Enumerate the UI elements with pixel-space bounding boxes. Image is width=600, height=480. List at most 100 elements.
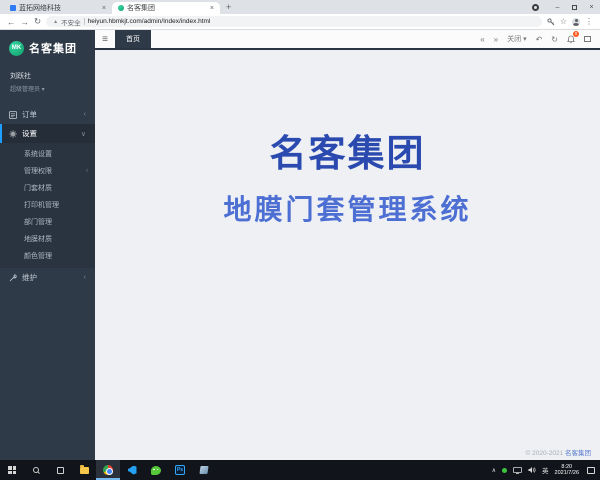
- sidebar-item-department-mgmt[interactable]: 部门管理: [0, 213, 95, 230]
- chevron-collapsed-icon: ‹: [86, 168, 88, 174]
- security-warning-icon[interactable]: ▲: [53, 19, 58, 25]
- tab1-favicon-icon: [10, 5, 16, 11]
- file-explorer-button[interactable]: [72, 460, 96, 480]
- windows-logo-icon: [8, 466, 16, 474]
- forward-button[interactable]: →: [21, 17, 30, 27]
- ime-indicator[interactable]: 英: [542, 465, 549, 475]
- task-view-icon: [57, 467, 64, 474]
- sidebar-item-printer-mgmt[interactable]: 打印机管理: [0, 196, 95, 213]
- taskbar-search-button[interactable]: [24, 460, 48, 480]
- sidebar-item-orders[interactable]: 订单 ‹: [0, 105, 95, 124]
- maximize-icon: [572, 5, 577, 10]
- sidebar-item-settings[interactable]: 设置 ∨: [0, 124, 95, 143]
- action-center-icon[interactable]: [587, 467, 595, 474]
- bookmark-star-icon[interactable]: ☆: [560, 17, 567, 26]
- tab1-close-icon[interactable]: ×: [102, 5, 106, 12]
- settings-submenu: 系统设置 管理权限‹ 门套材质 打印机管理 部门管理 地膜材质 颜色管理: [0, 143, 95, 268]
- undo-icon[interactable]: ↶: [536, 35, 543, 44]
- admin-header: ≡ 首页 « » 关闭 ▾ ↶ ↻ 0: [95, 30, 600, 50]
- vscode-taskbar-button[interactable]: [120, 460, 144, 480]
- network-icon[interactable]: [513, 467, 522, 474]
- orders-list-icon: [9, 111, 17, 119]
- tray-expand-icon[interactable]: ∧: [492, 467, 496, 474]
- new-tab-button[interactable]: +: [226, 2, 231, 12]
- wrench-icon: [9, 274, 17, 282]
- system-tray: ∧ 英 8:20 2021/7/26: [492, 464, 600, 477]
- notification-bell[interactable]: 0: [567, 35, 575, 44]
- orders-label: 订单: [22, 109, 37, 120]
- tab-home[interactable]: 首页: [115, 30, 151, 48]
- chevron-collapsed-icon: ‹: [84, 274, 86, 281]
- sidebar-item-door-material[interactable]: 门套材质: [0, 179, 95, 196]
- address-divider: [84, 18, 85, 25]
- app-taskbar-button[interactable]: [192, 460, 216, 480]
- copyright-footer: © 2020-2021 名客集团: [526, 447, 592, 457]
- tab2-favicon-icon: [118, 5, 124, 11]
- system-subtitle: 地膜门套管理系统: [223, 188, 471, 228]
- sidebar-item-film-material[interactable]: 地膜材质: [0, 230, 95, 247]
- chrome-taskbar-button[interactable]: [96, 460, 120, 480]
- sidebar-logo[interactable]: MK 名客集团: [0, 33, 95, 63]
- settings-label: 设置: [22, 128, 37, 139]
- close-tabs-dropdown[interactable]: 关闭 ▾: [507, 34, 526, 44]
- sidebar: MK 名客集团 刘跃社 超级管理员 ▾ 订单 ‹ 设置 ∨ 系统设置 管理权限‹…: [0, 30, 95, 460]
- task-view-button[interactable]: [48, 460, 72, 480]
- company-title: 名客集团: [270, 123, 426, 177]
- tab1-title: 蓝拓网络科技: [19, 3, 99, 13]
- chevron-collapsed-icon: ‹: [84, 111, 86, 118]
- start-button[interactable]: [0, 460, 24, 480]
- sidebar-item-maintenance[interactable]: 维护 ‹: [0, 268, 95, 287]
- browser-tab-1[interactable]: 蓝拓网络科技 ×: [4, 2, 112, 14]
- maintenance-label: 维护: [22, 272, 37, 283]
- header-actions: « » 关闭 ▾ ↶ ↻ 0: [480, 30, 600, 48]
- refresh-page-icon[interactable]: ↻: [551, 35, 558, 44]
- notification-badge: 0: [573, 31, 579, 37]
- volume-icon[interactable]: [528, 466, 536, 474]
- wechat-tray-icon[interactable]: [502, 468, 507, 473]
- hamburger-menu-icon[interactable]: ≡: [95, 30, 115, 48]
- app-icon: [199, 466, 208, 474]
- minimize-button[interactable]: –: [549, 0, 566, 14]
- browser-tab-2[interactable]: 名客集团 ×: [112, 2, 220, 14]
- windows-taskbar: Ps ∧ 英 8:20 2021/7/26: [0, 460, 600, 480]
- taskbar-clock[interactable]: 8:20 2021/7/26: [555, 464, 579, 477]
- copyright-text: © 2020-2021: [526, 450, 564, 457]
- extension-icon[interactable]: [532, 4, 539, 11]
- security-label: 不安全: [61, 17, 81, 27]
- search-icon: [33, 467, 39, 473]
- main-area: ≡ 首页 « » 关闭 ▾ ↶ ↻ 0 名客集团 地膜门套管理系统 © 2020…: [95, 30, 600, 460]
- folder-icon: [80, 467, 89, 474]
- password-key-icon[interactable]: [547, 18, 555, 26]
- tab-scroll-right-icon[interactable]: »: [494, 35, 498, 44]
- user-name: 刘跃社: [10, 71, 85, 81]
- maximize-button[interactable]: [566, 0, 583, 14]
- sidebar-item-system-settings[interactable]: 系统设置: [0, 145, 95, 162]
- photoshop-taskbar-button[interactable]: Ps: [168, 460, 192, 480]
- copyright-brand: 名客集团: [565, 450, 591, 457]
- reload-button[interactable]: ↻: [34, 16, 41, 27]
- close-window-button[interactable]: ×: [583, 0, 600, 14]
- chrome-icon: [103, 465, 113, 475]
- wechat-taskbar-button[interactable]: [144, 460, 168, 480]
- brand-logo-icon: MK: [9, 41, 24, 56]
- sidebar-item-permissions[interactable]: 管理权限‹: [0, 162, 95, 179]
- window-controls: – ×: [532, 0, 600, 14]
- vscode-icon: [128, 466, 137, 475]
- sidebar-item-color-mgmt[interactable]: 颜色管理: [0, 247, 95, 264]
- gear-icon: [9, 130, 17, 138]
- browser-tabstrip: 蓝拓网络科技 × 名客集团 × + – ×: [0, 0, 600, 14]
- back-button[interactable]: ←: [7, 17, 16, 27]
- user-role-dropdown[interactable]: 超级管理员 ▾: [10, 84, 85, 93]
- profile-avatar[interactable]: [572, 18, 580, 26]
- chevron-expanded-icon: ∨: [81, 130, 86, 138]
- browser-menu-icon[interactable]: ⋮: [585, 17, 593, 26]
- fullscreen-icon[interactable]: [584, 36, 591, 42]
- tab2-close-icon[interactable]: ×: [210, 5, 214, 12]
- address-bar[interactable]: ▲ 不安全 heiyun.hbmkjt.com/admin/Index/inde…: [46, 16, 542, 27]
- browser-toolbar: ← → ↻ ▲ 不安全 heiyun.hbmkjt.com/admin/Inde…: [0, 14, 600, 30]
- photoshop-icon: Ps: [175, 465, 185, 475]
- wechat-icon: [151, 466, 161, 475]
- url-text: heiyun.hbmkjt.com/admin/Index/index.html: [88, 18, 211, 25]
- tab-scroll-left-icon[interactable]: «: [480, 35, 484, 44]
- welcome-content: 名客集团 地膜门套管理系统 © 2020-2021 名客集团: [95, 50, 600, 460]
